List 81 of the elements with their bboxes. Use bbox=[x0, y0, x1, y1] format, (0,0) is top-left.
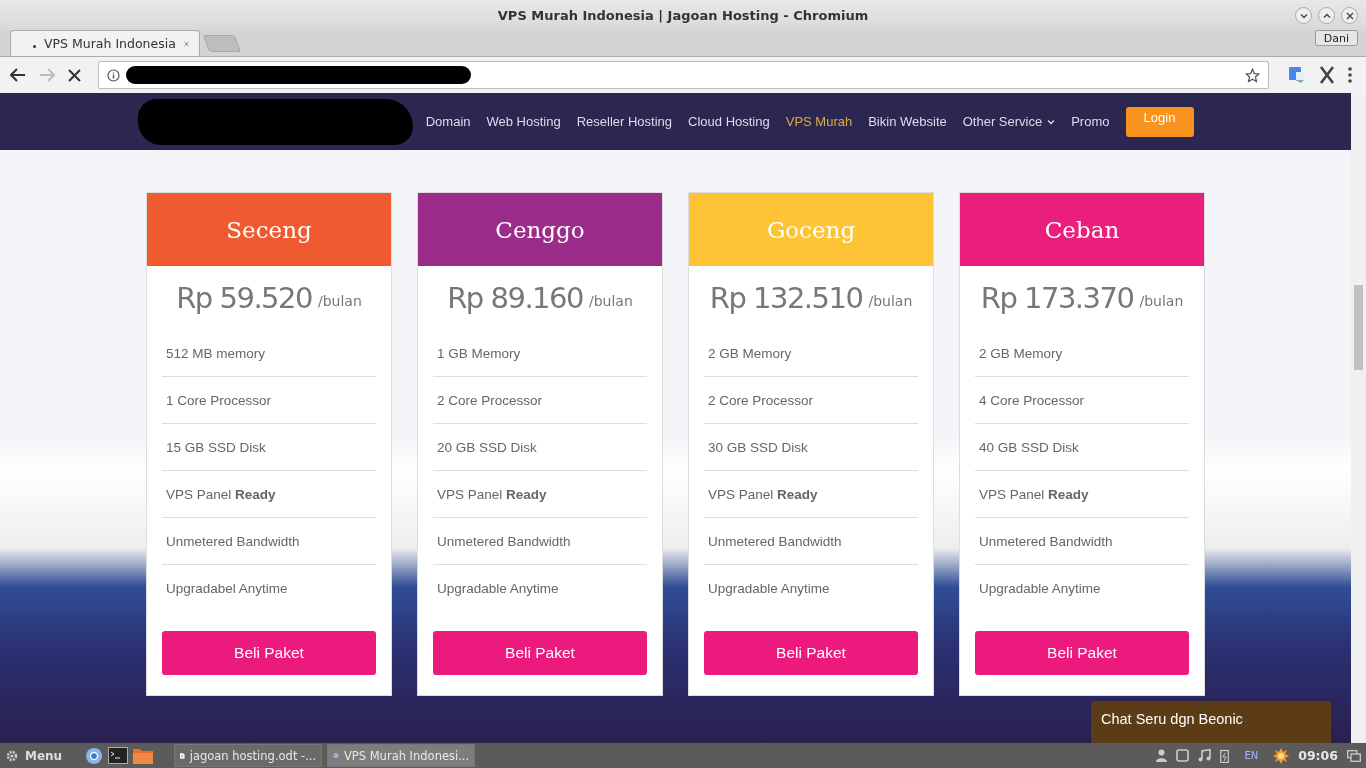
plan-feature: Upgradabel Anytime bbox=[166, 580, 288, 596]
start-menu-button[interactable]: Menu bbox=[3, 748, 65, 763]
plan-name: Goceng bbox=[766, 216, 856, 243]
plan-feature: 4 Core Processor bbox=[979, 392, 1085, 408]
plan-feature: VPS Panel Ready bbox=[166, 486, 276, 502]
price-period: /bulan bbox=[868, 292, 913, 309]
browser-tab[interactable]: VPS Murah Indonesia bbox=[10, 30, 200, 56]
plan-feature: Unmetered Bandwidth bbox=[437, 533, 571, 549]
plan-feature: 40 GB SSD Disk bbox=[979, 439, 1079, 455]
nav-link[interactable]: Bikin Website bbox=[868, 114, 947, 129]
plan-feature: Unmetered Bandwidth bbox=[708, 533, 842, 549]
sun-icon[interactable] bbox=[1273, 747, 1290, 764]
user-icon[interactable] bbox=[1156, 749, 1168, 762]
window-icon[interactable] bbox=[1176, 749, 1190, 762]
close-icon bbox=[1345, 11, 1354, 20]
keyboard-layout[interactable]: EN bbox=[1244, 750, 1259, 761]
price-period: /bulan bbox=[1139, 292, 1184, 309]
plan-price: Rp 173.370 bbox=[980, 281, 1134, 315]
plan-feature: 512 MB memory bbox=[166, 345, 266, 361]
nav-link[interactable]: Cloud Hosting bbox=[688, 114, 770, 129]
show-desktop-icon[interactable] bbox=[1347, 749, 1361, 762]
window-title: VPS Murah Indonesia | Jagoan Hosting - Chromium bbox=[497, 7, 869, 23]
buy-button[interactable]: Beli Paket bbox=[704, 631, 918, 675]
price-period: /bulan bbox=[317, 292, 362, 309]
nav-link[interactable]: Promo bbox=[1071, 114, 1110, 129]
plan-feature: 1 GB Memory bbox=[437, 345, 521, 361]
maximize-button[interactable] bbox=[1318, 7, 1335, 24]
music-icon[interactable] bbox=[1198, 749, 1212, 762]
plan-feature: 2 GB Memory bbox=[708, 345, 792, 361]
plan-feature: VPS Panel Ready bbox=[708, 486, 818, 502]
scrollbar[interactable] bbox=[1351, 93, 1366, 743]
buy-button[interactable]: Beli Paket bbox=[433, 631, 647, 675]
nav-link[interactable]: Other Service bbox=[962, 114, 1056, 129]
plan-price: Rp 59.520 bbox=[176, 281, 312, 315]
taskbar-button[interactable]: jagoan hosting.odt -... bbox=[174, 744, 323, 767]
plan-price: Rp 89.160 bbox=[447, 281, 583, 315]
stop-icon[interactable] bbox=[68, 68, 81, 82]
extension-icon[interactable] bbox=[1319, 66, 1335, 84]
plan-feature: Upgradable Anytime bbox=[708, 580, 830, 596]
nav-link[interactable]: Web Hosting bbox=[486, 114, 561, 129]
plan-feature: 1 Core Processor bbox=[166, 392, 272, 408]
terminal-icon[interactable] bbox=[108, 747, 129, 764]
buy-button[interactable]: Beli Paket bbox=[975, 631, 1189, 675]
plan-feature: 20 GB SSD Disk bbox=[437, 439, 537, 455]
plan-feature: 2 GB Memory bbox=[979, 345, 1063, 361]
nav-link[interactable]: VPS Murah bbox=[785, 114, 853, 129]
menu-icon[interactable] bbox=[1348, 67, 1352, 83]
chevron-up-icon bbox=[1322, 11, 1331, 20]
chevron-down-icon bbox=[1299, 11, 1308, 20]
plan-feature: VPS Panel Ready bbox=[979, 486, 1089, 502]
address-field[interactable] bbox=[98, 61, 1269, 89]
gear-icon bbox=[5, 748, 19, 763]
plan-name: Ceban bbox=[1044, 216, 1120, 243]
nav-link[interactable]: Domain bbox=[425, 114, 471, 129]
plan-feature: 15 GB SSD Disk bbox=[166, 439, 266, 455]
minimize-button[interactable] bbox=[1295, 7, 1312, 24]
translate-icon[interactable] bbox=[1288, 66, 1306, 84]
plan-feature: Unmetered Bandwidth bbox=[166, 533, 300, 549]
plan-price: Rp 132.510 bbox=[709, 281, 863, 315]
plan-feature: 30 GB SSD Disk bbox=[708, 439, 808, 455]
plan-feature: Unmetered Bandwidth bbox=[979, 533, 1113, 549]
plan-name: Cenggo bbox=[495, 216, 585, 243]
loading-icon bbox=[33, 45, 36, 48]
battery-icon[interactable] bbox=[1220, 748, 1230, 763]
star-icon[interactable] bbox=[1245, 67, 1260, 83]
clock: 09:06 bbox=[1298, 748, 1338, 763]
plan-name: Seceng bbox=[226, 216, 312, 243]
nav-link[interactable]: Reseller Hosting bbox=[576, 114, 673, 129]
price-period: /bulan bbox=[588, 292, 633, 309]
info-icon[interactable] bbox=[107, 68, 120, 82]
plan-feature: Upgradable Anytime bbox=[979, 580, 1101, 596]
back-icon[interactable] bbox=[10, 68, 26, 82]
browser-icon[interactable] bbox=[85, 746, 104, 765]
buy-button[interactable]: Beli Paket bbox=[162, 631, 376, 675]
plan-feature: VPS Panel Ready bbox=[437, 486, 547, 502]
plan-feature: Upgradable Anytime bbox=[437, 580, 559, 596]
plan-feature: 2 Core Processor bbox=[437, 392, 543, 408]
close-button[interactable] bbox=[1341, 7, 1358, 24]
plan-feature: 2 Core Processor bbox=[708, 392, 814, 408]
profile-button[interactable]: Dani bbox=[1314, 30, 1358, 46]
chat-widget[interactable]: Chat Seru dgn Beonic bbox=[1091, 701, 1331, 743]
